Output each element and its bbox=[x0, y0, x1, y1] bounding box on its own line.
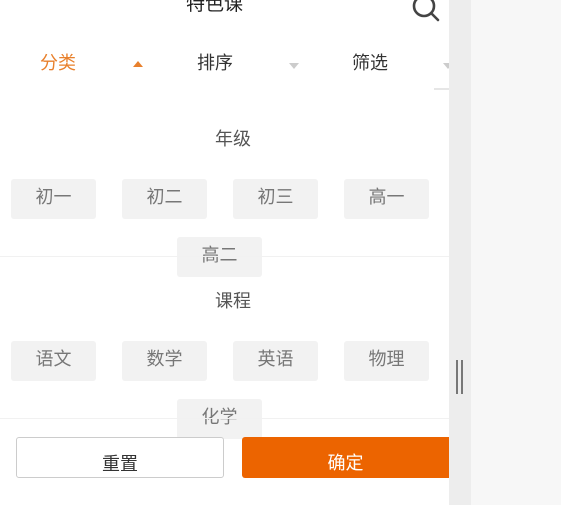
course-section-title: 课程 bbox=[215, 291, 251, 312]
section-divider bbox=[0, 256, 449, 257]
course-option[interactable]: 化学 bbox=[177, 399, 262, 439]
search-icon[interactable] bbox=[410, 0, 440, 22]
tab-bar-divider bbox=[434, 88, 449, 90]
grade-section-title: 年级 bbox=[215, 129, 251, 150]
scrollbar-track[interactable] bbox=[449, 0, 471, 505]
tab-category[interactable]: 分类 bbox=[40, 44, 76, 84]
filter-panel: 特色课 分类 排序 筛选 年级 初一 初二 初三 高一 高二 课程 语文 数学 … bbox=[0, 0, 449, 505]
tab-filter[interactable]: 筛选 bbox=[352, 44, 388, 84]
page-title: 特色课 bbox=[185, 0, 243, 15]
course-option[interactable]: 语文 bbox=[11, 341, 96, 381]
reset-button[interactable]: 重置 bbox=[16, 437, 224, 478]
course-option[interactable]: 数学 bbox=[122, 341, 207, 381]
section-divider bbox=[0, 418, 449, 419]
grade-option[interactable]: 初三 bbox=[233, 179, 318, 219]
caret-down-icon bbox=[289, 63, 299, 69]
caret-up-icon bbox=[133, 61, 143, 67]
course-option[interactable]: 英语 bbox=[233, 341, 318, 381]
grade-option[interactable]: 初一 bbox=[11, 179, 96, 219]
scrollbar-grip[interactable] bbox=[456, 360, 464, 394]
grade-option[interactable]: 初二 bbox=[122, 179, 207, 219]
tab-sort[interactable]: 排序 bbox=[197, 44, 233, 84]
grade-option[interactable]: 高二 bbox=[177, 237, 262, 277]
background-area bbox=[471, 0, 561, 505]
grade-option[interactable]: 高一 bbox=[344, 179, 429, 219]
filter-tab-bar: 分类 排序 筛选 bbox=[0, 44, 449, 88]
confirm-button[interactable]: 确定 bbox=[242, 437, 449, 478]
course-option[interactable]: 物理 bbox=[344, 341, 429, 381]
